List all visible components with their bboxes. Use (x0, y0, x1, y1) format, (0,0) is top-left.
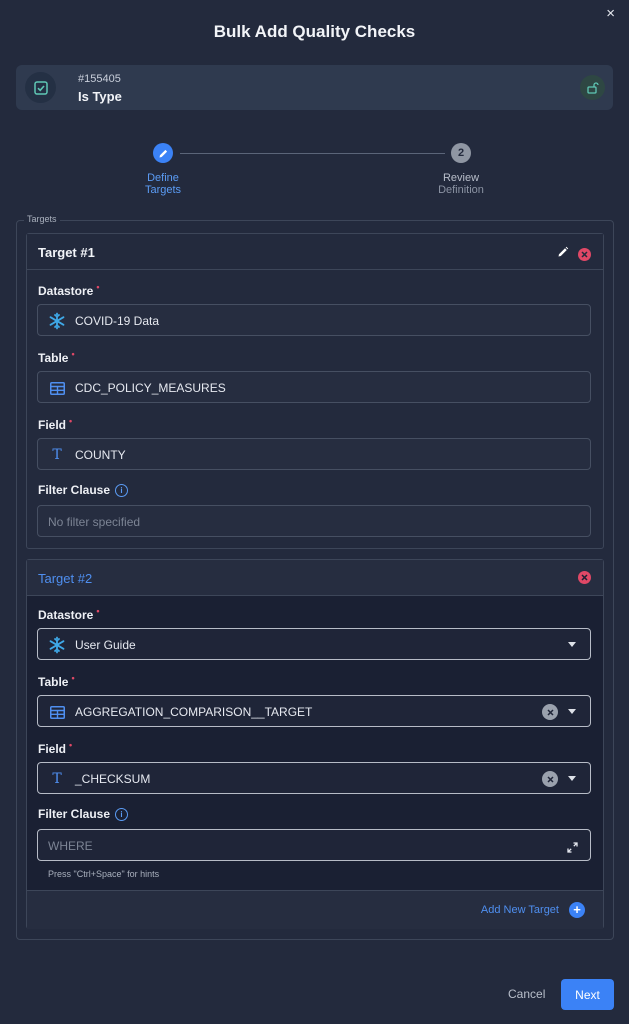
target-header: Target #1 (27, 234, 603, 270)
targets-legend: Targets (24, 214, 60, 224)
table-select[interactable]: AGGREGATION_COMPARISON__TARGET (37, 695, 591, 727)
table-icon (48, 703, 66, 721)
remove-target-icon[interactable] (578, 247, 591, 261)
info-icon[interactable]: i (115, 808, 129, 822)
target-title: Target #2 (38, 571, 93, 586)
check-summary-card: #155405 Is Type (16, 65, 613, 110)
target-title: Target #1 (38, 245, 95, 260)
text-type-icon: T (52, 771, 62, 787)
step-2-label[interactable]: Review Definition (411, 172, 511, 196)
remove-target-icon[interactable] (578, 571, 591, 584)
datastore-value: COVID-19 Data (75, 314, 160, 328)
dialog-title: Bulk Add Quality Checks (213, 22, 416, 41)
field-select[interactable]: T _CHECKSUM (37, 762, 591, 794)
info-icon[interactable]: i (115, 484, 129, 498)
target-card-2: Target #2 Datastore• User Guide Table• (26, 559, 604, 929)
field-label: Field • (38, 740, 73, 756)
add-icon[interactable]: + (569, 902, 585, 918)
table-field[interactable]: CDC_POLICY_MEASURES (37, 371, 591, 403)
cancel-button[interactable]: Cancel (508, 987, 545, 1001)
table-icon (48, 379, 66, 397)
snowflake-icon (48, 312, 66, 330)
step-connector (180, 153, 445, 154)
close-icon[interactable]: × (606, 5, 615, 22)
table-label: Table • (38, 673, 75, 689)
filter-clause-label: Filter Clause i (38, 483, 129, 498)
edit-icon[interactable] (557, 245, 569, 263)
clear-icon[interactable] (542, 704, 558, 720)
target-header: Target #2 (27, 560, 603, 596)
step-1-label[interactable]: Define Targets (113, 172, 213, 196)
filter-placeholder: WHERE (48, 839, 93, 853)
datastore-value: User Guide (75, 638, 136, 652)
bulk-add-quality-checks-dialog: × Bulk Add Quality Checks #155405 Is Typ… (0, 0, 629, 1024)
filter-clause-field: No filter specified (37, 505, 591, 537)
check-type-icon (25, 72, 56, 103)
field-label: Field • (38, 416, 73, 432)
filter-clause-label: Filter Clause i (38, 807, 129, 822)
snowflake-icon (48, 636, 66, 654)
clear-icon[interactable] (542, 771, 558, 787)
chevron-down-icon[interactable] (568, 709, 576, 714)
datastore-label: Datastore • (38, 606, 100, 622)
datastore-label: Datastore • (38, 282, 100, 298)
step-2-number[interactable]: 2 (451, 143, 471, 163)
hint-text: Press "Ctrl+Space" for hints (48, 869, 160, 879)
target-card-1: Target #1 Datastore • COVID-19 Data Tabl… (26, 233, 604, 549)
chevron-down-icon[interactable] (568, 642, 576, 647)
table-value: AGGREGATION_COMPARISON__TARGET (75, 705, 313, 719)
unlock-icon[interactable] (580, 75, 605, 100)
step-1-edit-icon[interactable] (153, 143, 173, 163)
field-field[interactable]: T COUNTY (37, 438, 591, 470)
add-new-target-button[interactable]: Add New Target (481, 904, 559, 916)
datastore-select[interactable]: User Guide (37, 628, 591, 660)
field-value: _CHECKSUM (75, 772, 151, 786)
chevron-down-icon[interactable] (568, 776, 576, 781)
expand-icon[interactable] (567, 840, 578, 858)
datastore-field[interactable]: COVID-19 Data (37, 304, 591, 336)
check-name: Is Type (78, 89, 122, 104)
check-id: #155405 (78, 73, 121, 85)
next-button[interactable]: Next (561, 979, 614, 1010)
stepper: Define Targets 2 Review Definition (0, 143, 629, 203)
table-value: CDC_POLICY_MEASURES (75, 381, 226, 395)
filter-placeholder: No filter specified (48, 515, 141, 529)
table-label: Table • (38, 349, 75, 365)
text-type-icon: T (52, 447, 62, 463)
filter-clause-input[interactable]: WHERE (37, 829, 591, 861)
field-value: COUNTY (75, 448, 126, 462)
add-target-bar: Add New Target + (27, 890, 603, 929)
